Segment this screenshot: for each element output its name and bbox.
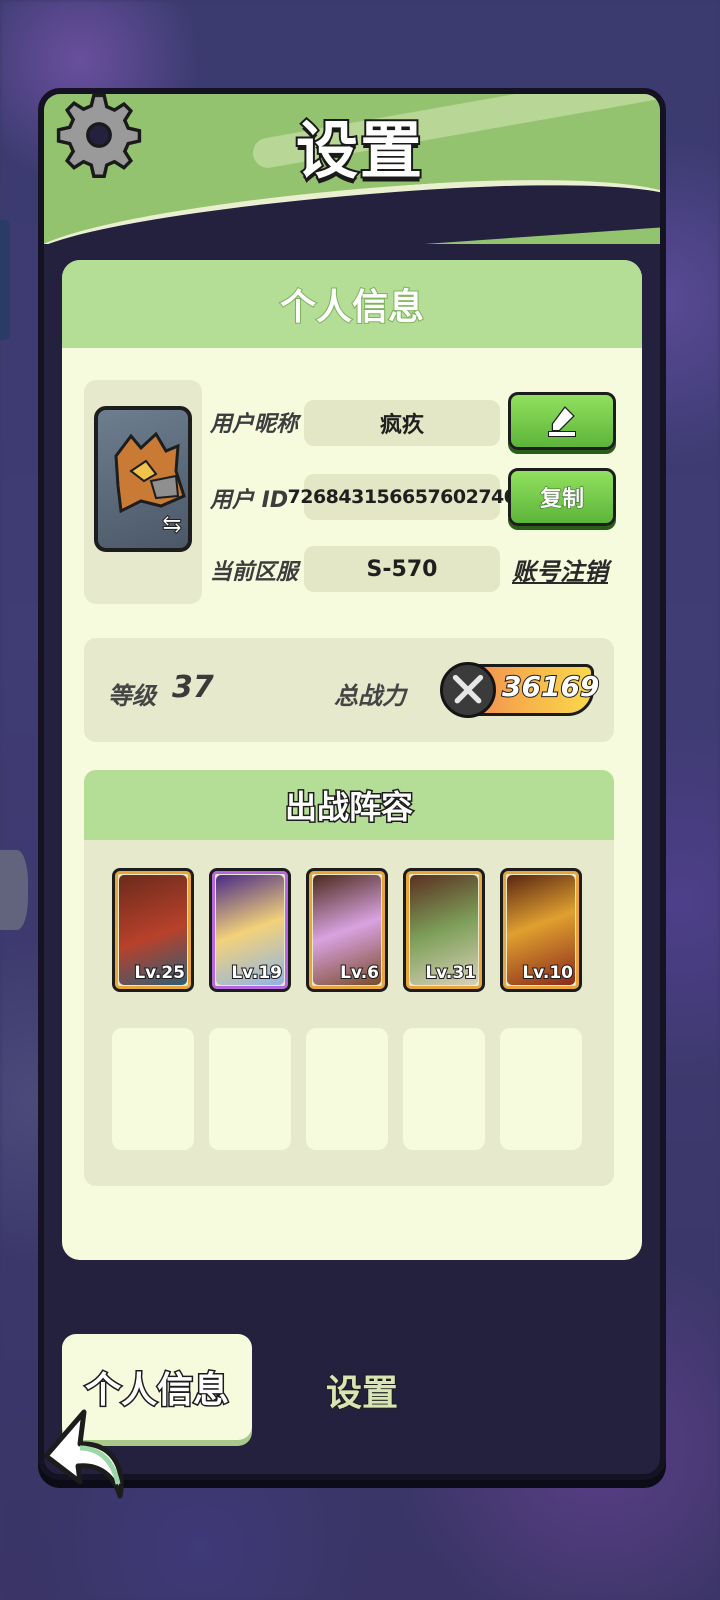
empty-slot[interactable]: [112, 1028, 194, 1150]
empty-slot[interactable]: [500, 1028, 582, 1150]
card-title: 个人信息: [279, 286, 425, 329]
card-header: 个人信息: [62, 260, 642, 348]
hero-card[interactable]: Lv.25: [112, 868, 194, 992]
cancel-account-link[interactable]: 账号注销: [512, 552, 608, 587]
page-title: 设置: [294, 112, 424, 189]
hero-level: Lv.10: [521, 962, 574, 984]
nickname-label: 用户昵称: [210, 412, 299, 437]
swords-icon: [440, 662, 496, 718]
hero-card[interactable]: Lv.10: [500, 868, 582, 992]
background-side-element: [0, 220, 10, 340]
server-field: S-570: [304, 546, 500, 592]
hero-card[interactable]: Lv.19: [209, 868, 291, 992]
avatar-container: ⇆: [84, 380, 202, 604]
edit-icon: [548, 406, 576, 437]
back-arrow-icon[interactable]: [40, 1406, 128, 1502]
edit-nickname-button[interactable]: [508, 392, 616, 450]
lineup-title: 出战阵容: [283, 787, 414, 828]
hero-level: Lv.25: [133, 962, 186, 984]
level-label: 等级: [108, 682, 156, 710]
hero-level: Lv.31: [424, 962, 477, 984]
hero-card[interactable]: Lv.6: [306, 868, 388, 992]
nickname-field: 疯疚: [304, 400, 500, 446]
power-value: 36169: [501, 669, 600, 704]
battle-lineup: 出战阵容 Lv.25 Lv.19 Lv.6 Lv.31 Lv.10: [84, 770, 614, 1186]
copy-id-button[interactable]: 复制: [508, 468, 616, 526]
bottom-tabbar: 个人信息 设置: [62, 1334, 642, 1440]
power-label: 总战力: [334, 682, 406, 710]
hero-card[interactable]: Lv.31: [403, 868, 485, 992]
empty-slot[interactable]: [209, 1028, 291, 1150]
server-label: 当前区服: [210, 560, 299, 585]
user-id-label: 用户 ID: [210, 488, 289, 513]
hero-level: Lv.19: [230, 962, 283, 984]
hero-level: Lv.6: [339, 962, 380, 984]
empty-slot[interactable]: [306, 1028, 388, 1150]
avatar[interactable]: ⇆: [94, 406, 192, 552]
tab-settings[interactable]: 设置: [302, 1362, 422, 1418]
user-id-field: 726843156657602740: [288, 474, 517, 520]
lineup-header: 出战阵容: [84, 770, 614, 840]
empty-slot[interactable]: [403, 1028, 485, 1150]
swap-icon[interactable]: ⇆: [162, 510, 188, 540]
stats-row: 等级 37 总战力 36169: [84, 638, 614, 742]
level-value: 37: [172, 670, 214, 705]
personal-info-card: 个人信息 ⇆ 用户昵称 疯疚 用户 ID 726843156657602740 …: [62, 260, 642, 1260]
background-side-element: [0, 850, 28, 930]
